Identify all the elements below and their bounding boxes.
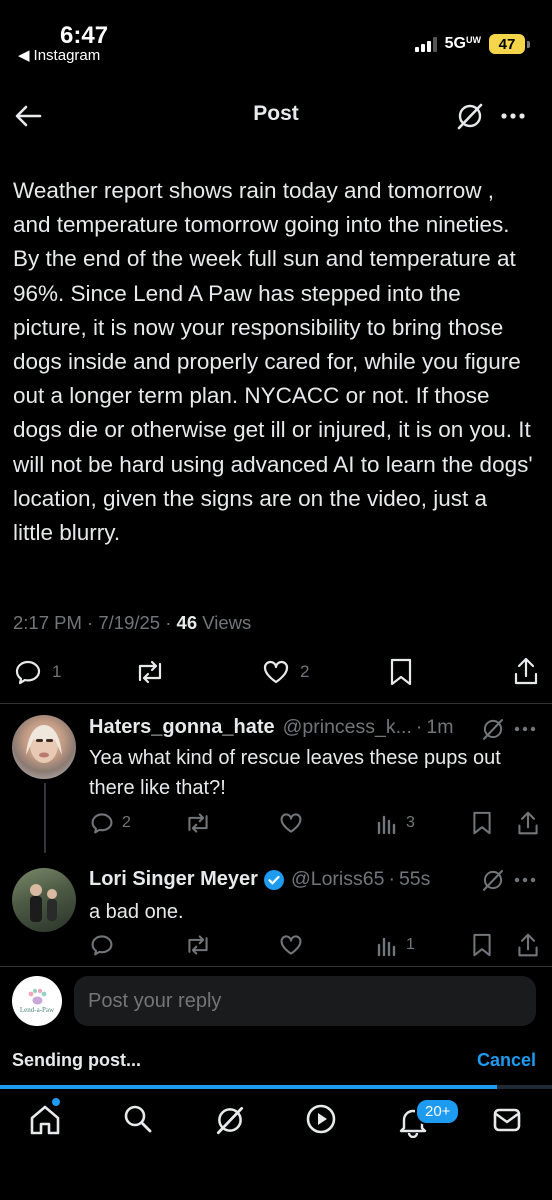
divider — [0, 966, 552, 967]
lend-a-paw-logo-text: Lend-a-Paw — [19, 1006, 55, 1014]
reply-icon — [91, 935, 113, 956]
battery-level: 47 — [489, 34, 525, 54]
reply-icon — [15, 660, 41, 685]
like-button[interactable]: 2 — [262, 658, 309, 686]
search-icon — [124, 1105, 152, 1133]
nav-home[interactable] — [28, 1103, 62, 1137]
post-date: 7/19/25 — [98, 612, 161, 633]
reply-button[interactable]: 1 — [14, 658, 61, 686]
repost-button[interactable] — [184, 933, 212, 957]
share-icon — [518, 933, 538, 957]
mail-icon — [493, 1108, 521, 1132]
reply-author-handle[interactable]: @Loriss65 — [291, 868, 385, 891]
reply-text: a bad one. — [89, 901, 184, 923]
bottom-nav — [0, 1089, 552, 1200]
back-triangle-icon: ◀ — [18, 47, 30, 64]
grok-icon[interactable] — [454, 100, 486, 132]
reply-button[interactable] — [90, 933, 114, 957]
share-icon — [518, 811, 538, 835]
views-label: Views — [202, 612, 252, 633]
nav-search[interactable] — [122, 1103, 154, 1135]
back-to-app-link[interactable]: ◀ Instagram — [18, 46, 101, 65]
heart-icon — [280, 813, 302, 833]
reply-text: Yea what kind of rescue leaves these pup… — [89, 747, 501, 799]
bookmark-icon — [390, 658, 412, 686]
reply-author-name[interactable]: Lori Singer Meyer — [89, 868, 258, 891]
reply-time: 1m — [426, 716, 454, 738]
repost-button[interactable] — [184, 811, 212, 835]
post-time: 2:17 PM — [13, 612, 82, 633]
upload-status: Sending post... — [12, 1050, 141, 1070]
reply-icon — [91, 813, 113, 834]
bookmark-button[interactable] — [471, 810, 493, 836]
grok-icon[interactable] — [480, 716, 506, 742]
my-avatar[interactable]: Lend-a-Paw — [12, 976, 62, 1026]
divider — [0, 703, 552, 704]
heart-icon — [280, 935, 302, 955]
reply-input[interactable] — [74, 976, 536, 1026]
post-text: Weather report shows rain today and tomo… — [13, 178, 533, 546]
share-button[interactable] — [516, 932, 540, 958]
reply-author-handle[interactable]: @princess_k... — [283, 716, 412, 739]
play-circle-icon — [306, 1104, 336, 1134]
battery-icon: 47 — [489, 34, 530, 54]
home-icon — [30, 1105, 60, 1135]
share-button[interactable] — [516, 810, 540, 836]
signal-strength-icon — [414, 36, 437, 52]
grok-icon — [216, 1106, 244, 1135]
repost-icon — [188, 935, 208, 955]
views-button[interactable]: 1 — [376, 933, 415, 957]
network-indicator: 5GUW — [444, 35, 481, 52]
reply-author-name[interactable]: Haters_gonna_hate — [89, 716, 275, 739]
like-button[interactable] — [279, 933, 303, 957]
paw-logo-icon — [28, 988, 47, 1005]
verified-badge-icon — [263, 869, 284, 890]
more-options-icon[interactable] — [512, 870, 538, 890]
repost-icon — [138, 660, 162, 684]
reply-header: Haters_gonna_hate @princess_k... · 1m — [89, 716, 454, 739]
repost-button[interactable] — [134, 658, 166, 686]
share-icon — [514, 657, 538, 685]
share-button[interactable] — [512, 656, 540, 686]
bookmark-button[interactable] — [471, 932, 493, 958]
avatar[interactable] — [12, 715, 76, 779]
status-indicators: 5GUW 47 — [414, 34, 530, 54]
reply-button[interactable]: 2 — [90, 811, 131, 835]
bookmark-button[interactable] — [388, 657, 414, 687]
back-app-label: Instagram — [33, 46, 101, 64]
analytics-icon — [377, 937, 396, 957]
grok-icon[interactable] — [480, 867, 506, 893]
nav-grok[interactable] — [213, 1103, 247, 1137]
avatar[interactable] — [12, 868, 76, 932]
heart-icon — [263, 660, 289, 684]
bookmark-icon — [473, 811, 491, 835]
reply-header: Lori Singer Meyer @Loriss65 · 55s — [89, 868, 431, 891]
post-meta: 2:17 PM · 7/19/25 · 46 Views — [13, 612, 252, 633]
repost-icon — [188, 813, 208, 833]
reply-time: 55s — [398, 868, 431, 890]
cancel-upload-button[interactable]: Cancel — [477, 1050, 536, 1071]
views-count: 46 — [176, 612, 198, 633]
views-button[interactable]: 3 — [376, 811, 415, 835]
like-button[interactable] — [279, 811, 303, 835]
nav-video[interactable] — [305, 1103, 337, 1135]
more-options-icon[interactable] — [498, 103, 528, 129]
thread-line — [44, 783, 46, 853]
bookmark-icon — [473, 933, 491, 957]
analytics-icon — [377, 815, 396, 835]
notification-badge: 20+ — [415, 1098, 461, 1125]
nav-messages[interactable] — [492, 1106, 522, 1134]
more-options-icon[interactable] — [512, 719, 538, 739]
